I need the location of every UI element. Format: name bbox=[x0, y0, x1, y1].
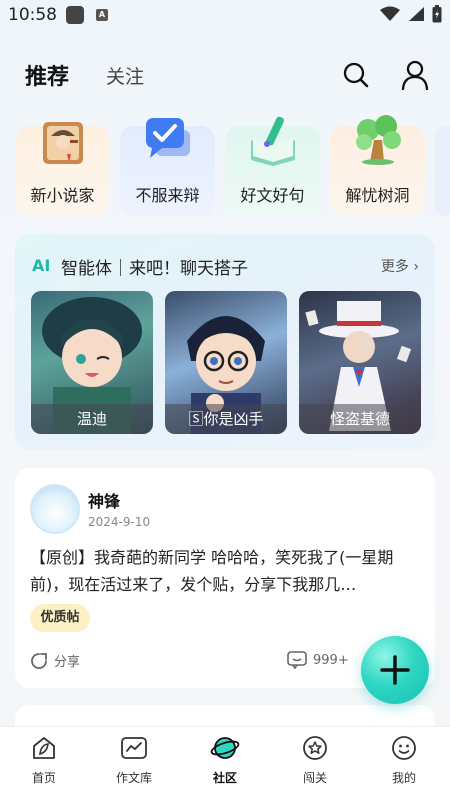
category-more-partial[interactable] bbox=[435, 126, 450, 216]
character-card[interactable]: 温迪 bbox=[31, 291, 153, 434]
character-list: 温迪 🅂你是凶手 怪盗基德 bbox=[31, 291, 421, 434]
smiley-face-icon bbox=[392, 736, 416, 760]
category-good-sentences[interactable]: 好文好句 bbox=[225, 116, 320, 216]
nav-community[interactable]: 社区 bbox=[185, 735, 265, 786]
ai-card-title: 智能体｜来吧！聊天搭子 bbox=[61, 259, 248, 279]
nav-label: 首页 bbox=[31, 771, 56, 785]
character-card[interactable]: 怪盗基德 bbox=[299, 291, 421, 434]
post-date: 2024-9-10 bbox=[88, 515, 151, 529]
share-button[interactable]: 分享 bbox=[30, 651, 80, 670]
chart-folder-icon bbox=[121, 737, 147, 759]
status-bar: 10:58 A bbox=[0, 0, 450, 32]
post-username[interactable]: 神锋 bbox=[88, 488, 120, 512]
avatar[interactable] bbox=[30, 484, 80, 534]
nav-home[interactable]: 首页 bbox=[4, 735, 84, 786]
detective-book-icon bbox=[43, 122, 83, 164]
create-post-button[interactable] bbox=[361, 636, 429, 704]
nav-essays[interactable]: 作文库 bbox=[94, 735, 174, 786]
star-badge-icon bbox=[303, 736, 327, 760]
category-novelist[interactable]: 新小说家 bbox=[15, 122, 110, 216]
more-label: 更多 bbox=[380, 259, 409, 275]
nav-label: 我的 bbox=[391, 771, 416, 785]
tab-recommend[interactable]: 推荐 bbox=[25, 59, 69, 91]
share-icon bbox=[31, 652, 47, 669]
comment-button[interactable]: 999+ bbox=[287, 651, 349, 669]
top-header: 推荐 关注 bbox=[0, 56, 450, 96]
status-icons bbox=[380, 5, 442, 23]
post-text[interactable]: 【原创】我奇葩的新同学 哈哈哈，笑死我了(一星期前)，现在活过来了，发个贴，分享… bbox=[30, 544, 425, 598]
category-row: 新小说家 不服来辩 好文好句 解忧树洞 bbox=[15, 115, 450, 216]
profile-icon[interactable] bbox=[401, 60, 429, 90]
nav-label: 作文库 bbox=[115, 771, 152, 785]
wifi-icon bbox=[380, 6, 400, 21]
comment-icon bbox=[287, 651, 307, 669]
keyboard-a-icon: A bbox=[96, 9, 108, 21]
category-debate[interactable]: 不服来辩 bbox=[120, 118, 215, 216]
nav-label: 闯关 bbox=[302, 771, 327, 785]
nav-mine[interactable]: 我的 bbox=[364, 735, 444, 786]
tab-follow[interactable]: 关注 bbox=[106, 62, 144, 89]
check-chat-icon bbox=[146, 118, 190, 158]
quality-badge: 优质帖 bbox=[30, 604, 90, 632]
ai-logo-icon: AI bbox=[32, 256, 51, 275]
character-name: 🅂你是凶手 bbox=[165, 404, 287, 434]
category-label: 不服来辩 bbox=[135, 186, 200, 205]
more-link[interactable]: 更多 › bbox=[381, 256, 419, 276]
bottom-nav: 首页 作文库 社区 闯关 我的 bbox=[0, 726, 450, 800]
nav-challenge[interactable]: 闯关 bbox=[275, 735, 355, 786]
tree-icon bbox=[356, 115, 401, 165]
planet-icon bbox=[210, 737, 240, 759]
category-label: 好文好句 bbox=[240, 186, 305, 205]
home-leaf-icon bbox=[33, 737, 55, 759]
ai-agent-card: AI 智能体｜来吧！聊天搭子 更多 › 温迪 🅂你是凶手 怪盗基德 bbox=[15, 234, 435, 450]
character-card[interactable]: 🅂你是凶手 bbox=[165, 291, 287, 434]
status-time: 10:58 bbox=[8, 5, 57, 25]
notification-icon bbox=[66, 6, 84, 24]
character-name: 怪盗基德 bbox=[299, 404, 421, 434]
signal-icon bbox=[409, 7, 424, 21]
battery-icon bbox=[432, 5, 442, 23]
comment-count: 999+ bbox=[313, 652, 349, 668]
search-icon[interactable] bbox=[343, 62, 369, 88]
share-label: 分享 bbox=[54, 655, 81, 670]
character-name: 温迪 bbox=[31, 404, 153, 434]
nav-label: 社区 bbox=[212, 771, 237, 785]
chevron-right-icon: › bbox=[413, 259, 419, 275]
category-tree-hole[interactable]: 解忧树洞 bbox=[330, 115, 425, 216]
plus-icon bbox=[380, 655, 410, 685]
pen-book-icon bbox=[251, 116, 295, 166]
category-label: 新小说家 bbox=[30, 186, 95, 205]
category-label: 解忧树洞 bbox=[345, 186, 410, 205]
